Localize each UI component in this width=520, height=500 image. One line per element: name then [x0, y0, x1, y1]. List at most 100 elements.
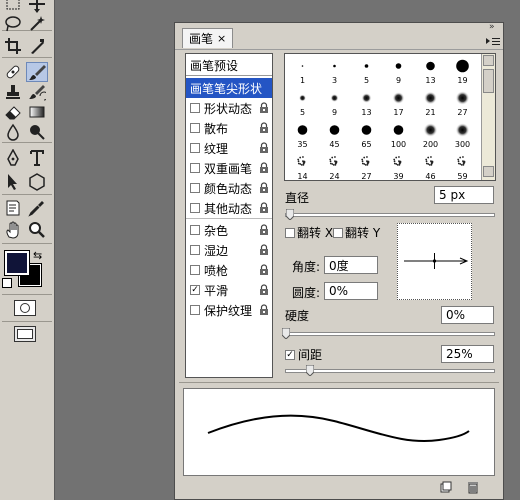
quick-mask-button[interactable]: [14, 300, 36, 316]
notes-tool[interactable]: [2, 198, 24, 218]
option-item-0[interactable]: 画笔笔尖形状: [186, 78, 272, 98]
lock-icon[interactable]: [259, 264, 269, 276]
brush-tip[interactable]: 21: [415, 87, 446, 118]
diameter-slider-thumb[interactable]: [286, 209, 295, 220]
pen-tool[interactable]: [2, 148, 24, 168]
option-checkbox[interactable]: [190, 143, 200, 153]
brush-presets-header[interactable]: 画笔预设: [186, 55, 272, 76]
hand-tool[interactable]: [2, 220, 24, 240]
lock-icon[interactable]: [259, 182, 269, 194]
type-tool[interactable]: [26, 148, 48, 168]
tab-brush[interactable]: 画笔 ×: [182, 28, 234, 48]
spacing-field[interactable]: 25%: [441, 345, 494, 363]
shape-tool[interactable]: [26, 172, 48, 192]
spacing-option[interactable]: ✓ 间距: [285, 346, 322, 363]
option-item-1[interactable]: 形状动态: [186, 98, 272, 118]
option-item-7[interactable]: 杂色: [186, 220, 272, 240]
roundness-field[interactable]: 0%: [324, 282, 378, 300]
brush-tip[interactable]: 14: [287, 151, 318, 180]
path-selection-tool[interactable]: [2, 172, 24, 192]
option-checkbox[interactable]: [190, 183, 200, 193]
option-item-6[interactable]: 其他动态: [186, 198, 272, 218]
lock-icon[interactable]: [259, 122, 269, 134]
zoom-tool[interactable]: [26, 220, 48, 240]
option-item-8[interactable]: 湿边: [186, 240, 272, 260]
option-checkbox[interactable]: [190, 305, 200, 315]
brush-tip[interactable]: 3: [319, 55, 350, 86]
brush-tip[interactable]: 300: [447, 119, 478, 150]
gradient-tool[interactable]: [26, 102, 48, 122]
brush-tip[interactable]: 13: [415, 55, 446, 86]
delete-icon[interactable]: [466, 480, 480, 494]
hardness-field[interactable]: 0%: [441, 306, 494, 324]
diameter-field[interactable]: 5 px: [434, 186, 494, 204]
brush-tip[interactable]: 9: [383, 55, 414, 86]
diameter-slider[interactable]: [285, 213, 495, 217]
brush-tip[interactable]: 100: [383, 119, 414, 150]
lock-icon[interactable]: [259, 142, 269, 154]
brush-tip[interactable]: 65: [351, 119, 382, 150]
default-colors-icon[interactable]: [2, 278, 12, 288]
hardness-slider-thumb[interactable]: [282, 328, 290, 339]
flip-x-checkbox[interactable]: [285, 227, 295, 238]
lock-icon[interactable]: [259, 202, 269, 214]
option-item-11[interactable]: 保护纹理: [186, 300, 272, 320]
dodge-tool[interactable]: [26, 122, 48, 142]
angle-field[interactable]: 0度: [324, 256, 378, 274]
clone-stamp-tool[interactable]: [2, 82, 24, 102]
brush-tip[interactable]: 35: [287, 119, 318, 150]
marquee-tool[interactable]: [2, 0, 24, 14]
slice-tool[interactable]: [26, 36, 48, 56]
lock-icon[interactable]: [259, 162, 269, 174]
brush-tip[interactable]: 24: [319, 151, 350, 180]
magic-wand-tool[interactable]: [26, 14, 48, 34]
eraser-tool[interactable]: [2, 102, 24, 122]
eyedropper-tool[interactable]: [26, 198, 48, 218]
hardness-slider[interactable]: [285, 332, 495, 336]
brush-tip[interactable]: 45: [319, 119, 350, 150]
brush-tip[interactable]: 9: [319, 87, 350, 118]
healing-brush-tool[interactable]: [2, 62, 24, 82]
option-item-3[interactable]: 纹理: [186, 138, 272, 158]
brush-tip[interactable]: 27: [351, 151, 382, 180]
brush-tip[interactable]: 1: [287, 55, 318, 86]
option-item-9[interactable]: 喷枪: [186, 260, 272, 280]
brush-tip[interactable]: 46: [415, 151, 446, 180]
brush-tip[interactable]: 5: [287, 87, 318, 118]
brush-tip[interactable]: 39: [383, 151, 414, 180]
option-item-4[interactable]: 双重画笔: [186, 158, 272, 178]
brush-tip[interactable]: 19: [447, 55, 478, 86]
brush-tip[interactable]: 27: [447, 87, 478, 118]
spacing-slider[interactable]: [285, 369, 495, 373]
option-checkbox[interactable]: [190, 265, 200, 275]
flip-y-option[interactable]: 翻转 Y: [333, 224, 380, 241]
lock-icon[interactable]: [259, 284, 269, 296]
history-brush-tool[interactable]: [26, 82, 48, 102]
lasso-tool[interactable]: [2, 14, 24, 34]
spacing-checkbox[interactable]: ✓: [285, 349, 295, 360]
option-item-2[interactable]: 散布: [186, 118, 272, 138]
flip-y-checkbox[interactable]: [333, 227, 343, 238]
move-tool[interactable]: [26, 0, 48, 14]
foreground-color-swatch[interactable]: [4, 250, 30, 276]
option-checkbox[interactable]: [190, 245, 200, 255]
panel-menu-icon[interactable]: [486, 36, 500, 46]
option-checkbox[interactable]: [190, 103, 200, 113]
option-item-5[interactable]: 颜色动态: [186, 178, 272, 198]
option-checkbox[interactable]: [190, 163, 200, 173]
brush-tip[interactable]: 59: [447, 151, 478, 180]
blur-tool[interactable]: [2, 122, 24, 142]
swap-colors-icon[interactable]: ⇆: [33, 249, 42, 262]
brush-tip[interactable]: 5: [351, 55, 382, 86]
option-checkbox[interactable]: [190, 225, 200, 235]
lock-icon[interactable]: [259, 304, 269, 316]
collapse-icon[interactable]: »: [489, 22, 495, 32]
angle-roundness-preview[interactable]: [397, 223, 472, 300]
flip-x-option[interactable]: 翻转 X: [285, 224, 333, 241]
screen-mode-button[interactable]: [14, 326, 36, 342]
grid-scrollbar[interactable]: [481, 54, 495, 180]
brush-tip[interactable]: 13: [351, 87, 382, 118]
brush-tool[interactable]: [26, 62, 48, 82]
lock-icon[interactable]: [259, 244, 269, 256]
option-checkbox[interactable]: ✓: [190, 285, 200, 295]
